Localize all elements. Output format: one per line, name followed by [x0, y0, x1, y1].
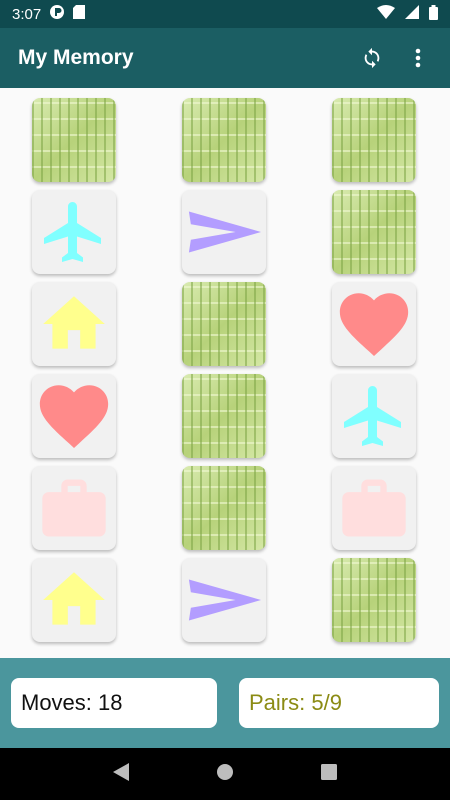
airplane-icon [338, 380, 410, 452]
app-bar: My Memory [0, 28, 450, 88]
briefcase-icon [336, 470, 412, 546]
wifi-icon [377, 5, 395, 23]
memory-card-hidden[interactable] [332, 98, 416, 182]
send-icon [185, 207, 263, 257]
briefcase-icon [36, 470, 112, 546]
pairs-counter: Pairs: 5/9 [249, 690, 342, 715]
stats-footer: Moves: 18 Pairs: 5/9 [0, 658, 450, 748]
status-time: 3:07 [12, 5, 42, 23]
notification-icon [49, 4, 65, 24]
memory-card-home[interactable] [32, 558, 116, 642]
memory-card-send[interactable] [182, 190, 266, 274]
memory-card-hidden[interactable] [332, 558, 416, 642]
status-bar: 3:07 [0, 0, 450, 28]
moves-box: Moves: 18 [11, 678, 217, 728]
heart-icon [33, 375, 115, 457]
navigation-bar [0, 748, 450, 800]
memory-card-home[interactable] [32, 282, 116, 366]
recents-icon [320, 763, 337, 780]
airplane-icon [38, 196, 110, 268]
home-circle-icon [216, 763, 233, 780]
memory-card-hidden[interactable] [182, 466, 266, 550]
refresh-button[interactable] [358, 44, 386, 72]
memory-card-send[interactable] [182, 558, 266, 642]
battery-icon [429, 4, 438, 24]
memory-card-hidden[interactable] [332, 190, 416, 274]
memory-card-briefcase[interactable] [32, 466, 116, 550]
recents-button[interactable] [320, 763, 337, 785]
memory-card-airplane[interactable] [332, 374, 416, 458]
more-vert-icon [415, 48, 421, 68]
pairs-box: Pairs: 5/9 [239, 678, 439, 728]
back-icon [113, 762, 130, 781]
moves-counter: Moves: 18 [21, 690, 123, 715]
back-button[interactable] [113, 762, 130, 786]
home-icon [37, 287, 111, 361]
refresh-icon [364, 47, 380, 69]
memory-card-heart[interactable] [32, 374, 116, 458]
memory-card-heart[interactable] [332, 282, 416, 366]
sd-card-icon [73, 5, 86, 23]
memory-card-briefcase[interactable] [332, 466, 416, 550]
memory-card-hidden[interactable] [32, 98, 116, 182]
heart-icon [333, 283, 415, 365]
overflow-menu-button[interactable] [404, 44, 432, 72]
app-title: My Memory [18, 46, 134, 69]
home-icon [37, 563, 111, 637]
memory-card-airplane[interactable] [32, 190, 116, 274]
send-icon [185, 575, 263, 625]
memory-card-hidden[interactable] [182, 98, 266, 182]
memory-card-hidden[interactable] [182, 282, 266, 366]
home-button[interactable] [216, 763, 234, 786]
memory-card-hidden[interactable] [182, 374, 266, 458]
game-board [0, 88, 450, 658]
signal-icon [405, 5, 419, 23]
